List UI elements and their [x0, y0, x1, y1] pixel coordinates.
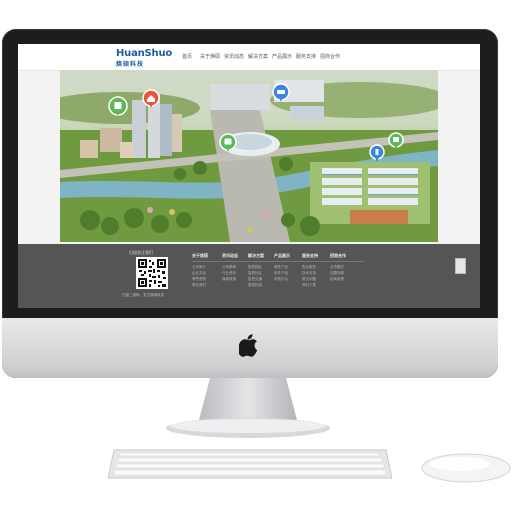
footer-column-partnership: 招商合作 合作模式 加盟流程 招商政策: [330, 253, 364, 282]
nav-item-partnership[interactable]: 招商合作: [320, 53, 340, 60]
screen: HuanShuo 焕硕科技 首页 关于焕硕 资讯动态 解决方案 产品展示 服务支…: [18, 44, 480, 308]
mouse: [421, 453, 511, 483]
footer-link[interactable]: 智慧校园: [248, 282, 282, 288]
logo-text: HuanShuo: [116, 48, 173, 59]
keyboard: [108, 449, 392, 479]
nav-item-products[interactable]: 产品展示: [272, 53, 292, 60]
nav-item-news[interactable]: 资讯动态: [224, 53, 244, 60]
qr-code: [136, 257, 168, 289]
map-pin-car-icon[interactable]: [272, 83, 290, 102]
nav-item-solutions[interactable]: 解决方案: [248, 53, 268, 60]
logo-subtitle: 焕硕科技: [116, 61, 145, 68]
footer-link[interactable]: 资料下载: [302, 282, 336, 288]
map-pin-info-icon[interactable]: [369, 144, 385, 162]
site-logo[interactable]: HuanShuo 焕硕科技: [116, 48, 186, 68]
hero-banner[interactable]: [60, 70, 438, 242]
qr-caption-bottom: 扫描二维码，关注焕硕科技: [122, 293, 164, 297]
footer-column-title[interactable]: 关于焕硕: [192, 253, 226, 262]
map-pin-bus-icon[interactable]: [219, 133, 237, 152]
nav-item-service[interactable]: 服务支持: [296, 53, 316, 60]
footer-column-title[interactable]: 招商合作: [330, 253, 364, 262]
map-pins: [108, 83, 404, 162]
site-header: HuanShuo 焕硕科技 首页 关于焕硕 资讯动态 解决方案 产品展示 服务支…: [18, 44, 480, 71]
monitor-stand: [166, 378, 330, 438]
footer-link[interactable]: 招商政策: [330, 276, 364, 282]
map-pin-home-icon[interactable]: [142, 89, 160, 108]
site-footer: 扫描关注我们 扫描二维码，关注焕硕科技 关于焕硕 公司简介 企业文化 荣誉资质: [18, 244, 480, 308]
map-pin-document-icon[interactable]: [108, 96, 128, 116]
nav-item-home[interactable]: 首页: [182, 53, 192, 60]
nav-item-about[interactable]: 关于焕硕: [200, 53, 220, 60]
qr-caption-top: 扫描关注我们: [129, 250, 153, 255]
apple-logo-icon: [239, 334, 258, 357]
footer-link[interactable]: 联系我们: [192, 282, 226, 288]
map-pin-bus-icon[interactable]: [388, 132, 404, 150]
footer-column-about: 关于焕硕 公司简介 企业文化 荣誉资质 联系我们: [192, 253, 226, 288]
back-to-top-button[interactable]: [455, 258, 466, 274]
